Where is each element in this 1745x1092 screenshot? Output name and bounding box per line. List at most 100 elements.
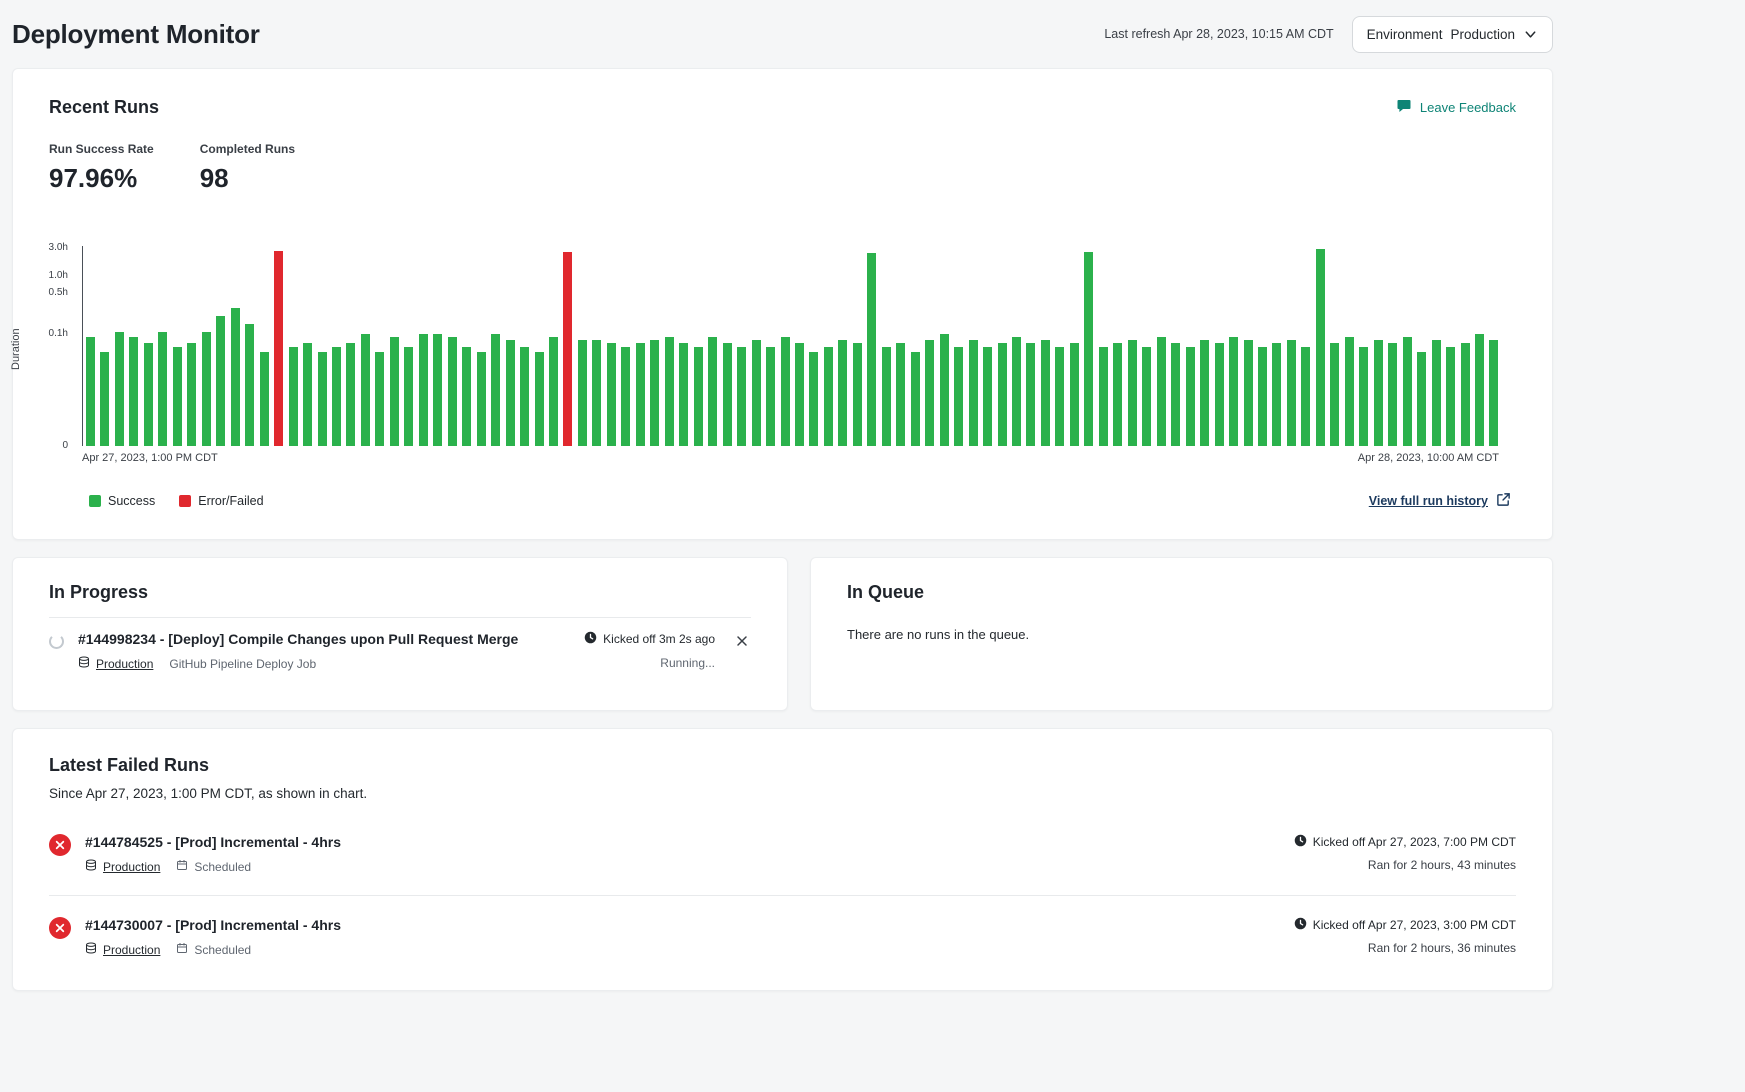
chart-bar[interactable] (1012, 337, 1021, 446)
chart-bar[interactable] (1446, 347, 1455, 446)
chart-bar[interactable] (824, 347, 833, 446)
chart-bar[interactable] (433, 334, 442, 446)
chart-bar[interactable] (1041, 340, 1050, 446)
chart-bar[interactable] (679, 343, 688, 446)
chart-bar[interactable] (781, 337, 790, 446)
chart-bar[interactable] (650, 340, 659, 446)
chart-bar[interactable] (1359, 347, 1368, 446)
close-button[interactable] (733, 632, 751, 655)
chart-bar[interactable] (1099, 347, 1108, 446)
chart-bar[interactable] (1489, 340, 1498, 446)
chart-bar[interactable] (607, 343, 616, 446)
chart-bar[interactable] (578, 340, 587, 446)
chart-bar[interactable] (462, 347, 471, 446)
chart-bar[interactable] (1461, 343, 1470, 446)
chart-bar[interactable] (1244, 340, 1253, 446)
chart-bar[interactable] (144, 343, 153, 446)
leave-feedback-link[interactable]: Leave Feedback (1396, 98, 1516, 117)
chart-bar[interactable] (289, 347, 298, 446)
chart-bar[interactable] (896, 343, 905, 446)
environment-dropdown[interactable]: Environment Production (1352, 16, 1553, 53)
chart-bar[interactable] (245, 324, 254, 446)
chart-bar[interactable] (1272, 343, 1281, 446)
chart-bar[interactable] (1287, 340, 1296, 446)
chart-bar[interactable] (1475, 334, 1484, 446)
chart-bar[interactable] (477, 352, 486, 446)
chart-bar[interactable] (216, 316, 225, 446)
chart-bar[interactable] (520, 347, 529, 446)
chart-bar[interactable] (882, 347, 891, 446)
chart-bar[interactable] (86, 337, 95, 446)
chart-bar[interactable] (998, 343, 1007, 446)
chart-bar[interactable] (158, 332, 167, 446)
chart-bar[interactable] (1258, 347, 1267, 446)
chart-bar[interactable] (1330, 343, 1339, 446)
chart-bar[interactable] (419, 334, 428, 446)
chart-bar[interactable] (361, 334, 370, 446)
chart-bar[interactable] (1128, 340, 1137, 446)
chart-bar[interactable] (1229, 337, 1238, 446)
chart-bar[interactable] (1388, 343, 1397, 446)
chart-bar[interactable] (1186, 347, 1195, 446)
environment-link[interactable]: Production (103, 860, 160, 874)
chart-bar[interactable] (332, 347, 341, 446)
chart-bar[interactable] (100, 352, 109, 446)
chart-bar[interactable] (1374, 340, 1383, 446)
chart-bar[interactable] (737, 347, 746, 446)
chart-bar[interactable] (506, 340, 515, 446)
chart-bar[interactable] (969, 340, 978, 446)
chart-bar[interactable] (231, 308, 240, 446)
chart-bar[interactable] (448, 337, 457, 446)
chart-bar[interactable] (665, 337, 674, 446)
chart-bar[interactable] (346, 343, 355, 446)
chart-bar[interactable] (853, 343, 862, 446)
chart-bar[interactable] (115, 332, 124, 446)
chart-bar[interactable] (867, 253, 876, 446)
chart-bar[interactable] (1084, 252, 1093, 446)
chart-bar[interactable] (173, 347, 182, 446)
chart-bar[interactable] (491, 334, 500, 446)
chart-bar[interactable] (925, 340, 934, 446)
chart-bar[interactable] (1157, 337, 1166, 446)
chart-bar[interactable] (404, 347, 413, 446)
chart-bar[interactable] (303, 343, 312, 446)
chart-bar[interactable] (708, 337, 717, 446)
chart-bar[interactable] (911, 352, 920, 446)
chart-bar[interactable] (1200, 340, 1209, 446)
chart-bar[interactable] (983, 347, 992, 446)
chart-bar[interactable] (1403, 337, 1412, 446)
chart-bar[interactable] (636, 343, 645, 446)
chart-bar[interactable] (1316, 249, 1325, 446)
chart-bar[interactable] (563, 252, 572, 446)
chart-bar[interactable] (260, 352, 269, 446)
chart-bar[interactable] (809, 352, 818, 446)
chart-bar[interactable] (592, 340, 601, 446)
chart-bar[interactable] (129, 337, 138, 446)
view-run-history-link[interactable]: View full run history (1369, 492, 1511, 510)
chart-bar[interactable] (1070, 343, 1079, 446)
chart-bar[interactable] (1113, 343, 1122, 446)
chart-bar[interactable] (1345, 337, 1354, 446)
chart-bar[interactable] (1301, 347, 1310, 446)
chart-bar[interactable] (535, 352, 544, 446)
chart-bar[interactable] (202, 332, 211, 446)
chart-bar[interactable] (1417, 352, 1426, 446)
chart-bar[interactable] (838, 340, 847, 446)
chart-bar[interactable] (723, 343, 732, 446)
chart-bar[interactable] (318, 352, 327, 446)
chart-bar[interactable] (390, 337, 399, 446)
chart-bar[interactable] (1171, 343, 1180, 446)
chart-bar[interactable] (1142, 347, 1151, 446)
chart-bar[interactable] (766, 347, 775, 446)
chart-bar[interactable] (187, 343, 196, 446)
chart-bar[interactable] (795, 343, 804, 446)
chart-bar[interactable] (752, 340, 761, 446)
environment-link[interactable]: Production (103, 943, 160, 957)
chart-bar[interactable] (954, 347, 963, 446)
chart-bar[interactable] (375, 352, 384, 446)
chart-bar[interactable] (694, 347, 703, 446)
chart-bar[interactable] (1055, 347, 1064, 446)
environment-link[interactable]: Production (96, 657, 153, 671)
chart-bar[interactable] (1026, 343, 1035, 446)
chart-bar[interactable] (621, 347, 630, 446)
